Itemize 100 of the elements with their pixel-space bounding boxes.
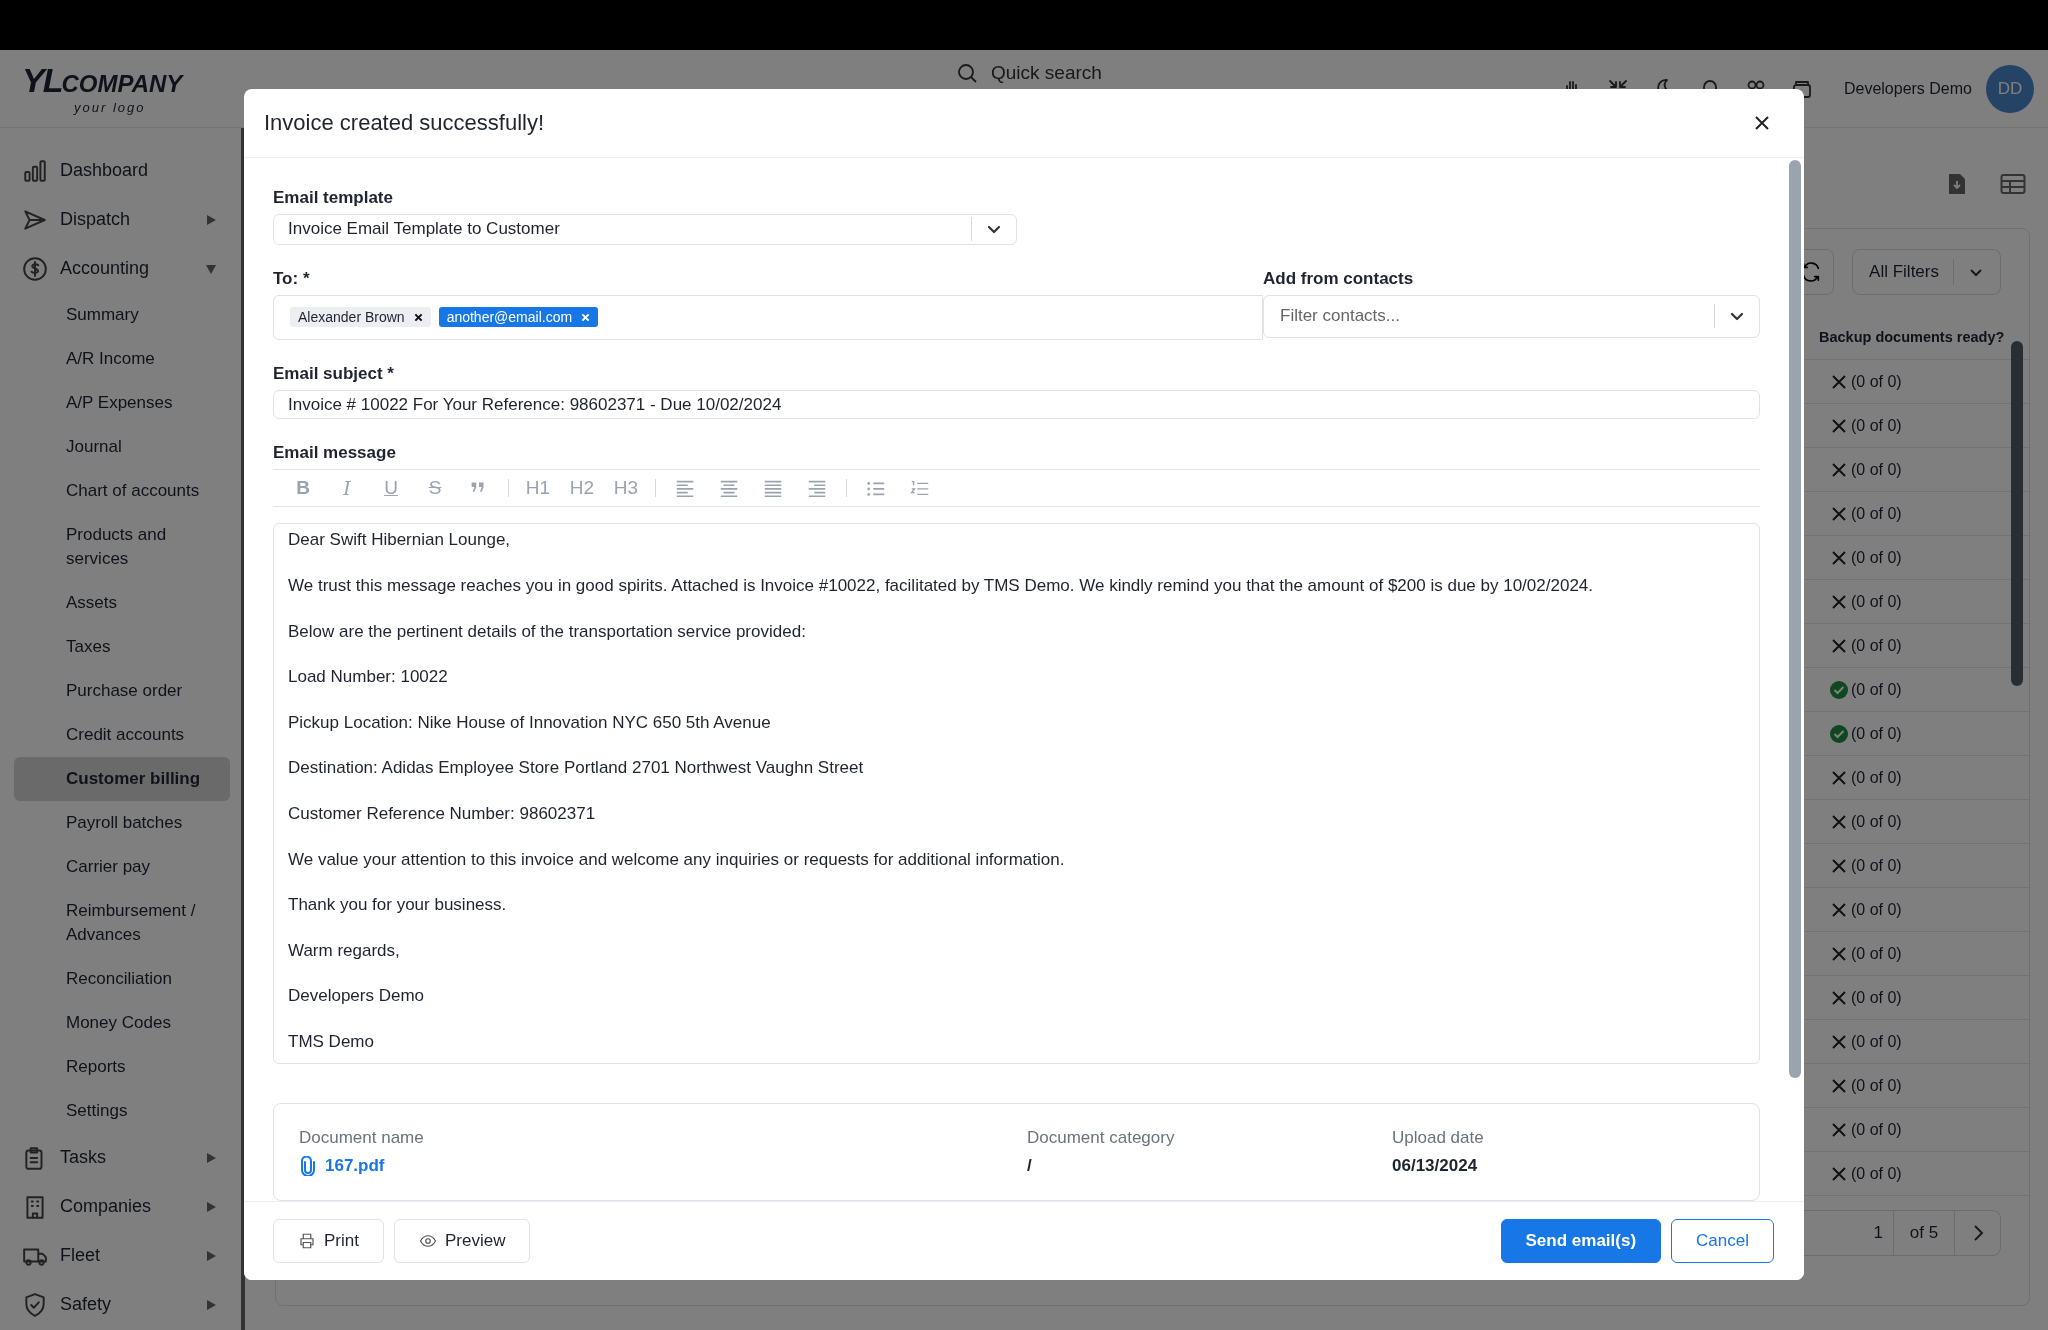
table-icon[interactable]: [2000, 173, 2026, 195]
table-cell: (0 of 0): [1851, 372, 1902, 391]
field-label: Email message: [273, 443, 397, 464]
sidebar-item[interactable]: A/R Income: [14, 337, 216, 381]
message-paragraph: Dear Swift Hibernian Lounge,: [288, 529, 512, 552]
sidebar-item[interactable]: Chart of accounts: [14, 469, 216, 513]
cancel-button[interactable]: Cancel: [1671, 1219, 1774, 1263]
field-label: Add from contacts: [1263, 268, 1415, 289]
sidebar-item[interactable]: Reconciliation: [14, 957, 216, 1001]
table-cell: (0 of 0): [1851, 1032, 1902, 1051]
sidebar-item[interactable]: Customer billing: [14, 757, 230, 801]
sidebar-item[interactable]: Accounting: [0, 244, 241, 293]
sidebar-item[interactable]: Settings: [14, 1089, 216, 1133]
table-cell: (0 of 0): [1851, 944, 1902, 963]
column-header: Backup documents ready?: [1819, 329, 2005, 345]
sidebar-item[interactable]: Money Codes: [14, 1001, 216, 1045]
paperclip-icon: [299, 1156, 317, 1176]
table-cell: (0 of 0): [1851, 856, 1902, 875]
document-link[interactable]: 167.pdf: [299, 1156, 1027, 1176]
heading-button[interactable]: H2: [560, 470, 604, 507]
column-header: Document category: [1027, 1128, 1176, 1148]
field-label: Email template: [273, 188, 394, 208]
sidebar-item[interactable]: Tasks: [0, 1133, 241, 1182]
eye-icon: [418, 1232, 437, 1250]
bold-button[interactable]: B: [281, 470, 325, 507]
column-header: Upload date: [1392, 1128, 1485, 1148]
sidebar-item[interactable]: Journal: [14, 425, 216, 469]
bar-chart-icon: [22, 157, 48, 184]
message-paragraph: Warm regards,: [288, 939, 401, 962]
sidebar-item[interactable]: Companies: [0, 1182, 241, 1231]
table-cell: (0 of 0): [1851, 416, 1902, 435]
table-cell: (0 of 0): [1851, 1076, 1902, 1095]
recipient-chip[interactable]: another@email.com: [438, 307, 599, 328]
send-button[interactable]: Send email(s): [1500, 1219, 1662, 1263]
field-label: To: *: [273, 268, 311, 289]
field-label: Email subject *: [273, 363, 395, 384]
sidebar-item[interactable]: Taxes: [14, 625, 216, 669]
message-paragraph: TMS Demo: [288, 1031, 375, 1053]
remove-icon: [581, 312, 591, 322]
contacts-dropdown[interactable]: Filter contacts...: [1263, 294, 1760, 338]
italic-button[interactable]: I: [325, 470, 369, 507]
underline-button[interactable]: U: [369, 470, 413, 507]
sidebar-item[interactable]: Products and services: [14, 513, 216, 581]
preview-button[interactable]: Preview: [393, 1219, 531, 1263]
scrollbar[interactable]: [2011, 341, 2023, 686]
message-paragraph: Below are the pertinent details of the transportation service provided:: [288, 620, 807, 643]
table-cell: (0 of 0): [1851, 900, 1902, 919]
sidebar-item[interactable]: Fleet: [0, 1231, 241, 1280]
search-field[interactable]: Quick search: [991, 62, 1102, 84]
filter-dropdown[interactable]: All Filters: [1852, 249, 2001, 295]
table-cell: (0 of 0): [1851, 592, 1902, 611]
sidebar-item[interactable]: Reports: [14, 1045, 216, 1089]
message-paragraph: Thank you for your business.: [288, 894, 508, 917]
table-cell: (0 of 0): [1851, 724, 1902, 743]
table-cell-text: /: [1027, 1156, 1033, 1176]
recipient-chip[interactable]: Alexander Brown: [290, 307, 431, 328]
page-total: of 5: [1893, 1211, 1954, 1255]
template-dropdown[interactable]: Invoice Email Template to Customer: [273, 214, 1017, 245]
sidebar-item[interactable]: Dispatch: [0, 195, 241, 244]
remove-icon: [413, 312, 423, 322]
message-paragraph: Destination: Adidas Employee Store Portland 2701 Northwest Vaughn Street: [288, 757, 865, 780]
sidebar-item[interactable]: Summary: [14, 293, 216, 337]
heading-button[interactable]: H3: [604, 470, 648, 507]
sidebar-item[interactable]: A/P Expenses: [14, 381, 216, 425]
sidebar-item[interactable]: Payroll batches: [14, 801, 216, 845]
sidebar-item[interactable]: Credit accounts: [14, 713, 216, 757]
sidebar-item[interactable]: Purchase order: [14, 669, 216, 713]
table-cell: (0 of 0): [1851, 504, 1902, 523]
user-name: Developers Demo: [1843, 79, 1972, 98]
search-icon[interactable]: [957, 63, 977, 83]
sidebar-item[interactable]: Carrier pay: [14, 845, 216, 889]
message-paragraph: Load Number: 10022: [288, 666, 449, 689]
strikethrough-button[interactable]: S: [413, 470, 457, 507]
table-cell: (0 of 0): [1851, 812, 1902, 831]
avatar[interactable]: DD: [1986, 64, 2034, 113]
table-cell: (0 of 0): [1851, 460, 1902, 479]
sidebar-item[interactable]: Dashboard: [0, 146, 241, 195]
table-cell: (0 of 0): [1851, 1120, 1902, 1139]
sidebar-item[interactable]: Reimbursement / Advances: [14, 889, 216, 957]
message-paragraph: Pickup Location: Nike House of Innovation NYC 650 5th Avenue: [288, 711, 772, 734]
sidebar-item[interactable]: Safety: [0, 1280, 241, 1329]
heading-button[interactable]: H1: [516, 470, 560, 507]
message-paragraph: Developers Demo: [288, 985, 426, 1008]
table-cell: (0 of 0): [1851, 1164, 1902, 1183]
sidebar-item[interactable]: Assets: [14, 581, 216, 625]
scrollbar[interactable]: [1789, 160, 1801, 1078]
table-cell-text: 06/13/2024: [1392, 1156, 1479, 1176]
shield-icon: [22, 1291, 48, 1318]
logo: YLCOMPANY your logo: [22, 61, 185, 116]
table-cell: (0 of 0): [1851, 680, 1902, 699]
subject-field[interactable]: Invoice # 10022 For Your Reference: 98602371 - Due 10/02/2024: [273, 389, 1760, 420]
file-download-icon[interactable]: [1946, 172, 1968, 196]
close-icon: [1754, 115, 1770, 131]
table-cell: (0 of 0): [1851, 636, 1902, 655]
recipients-field[interactable]: Alexander Brown another@email.com: [273, 294, 1263, 340]
message-editor[interactable]: [273, 523, 1760, 1064]
dollar-icon: [22, 255, 48, 282]
table-cell: (0 of 0): [1851, 988, 1902, 1007]
table-cell: (0 of 0): [1851, 548, 1902, 567]
print-button[interactable]: Print: [273, 1219, 384, 1263]
